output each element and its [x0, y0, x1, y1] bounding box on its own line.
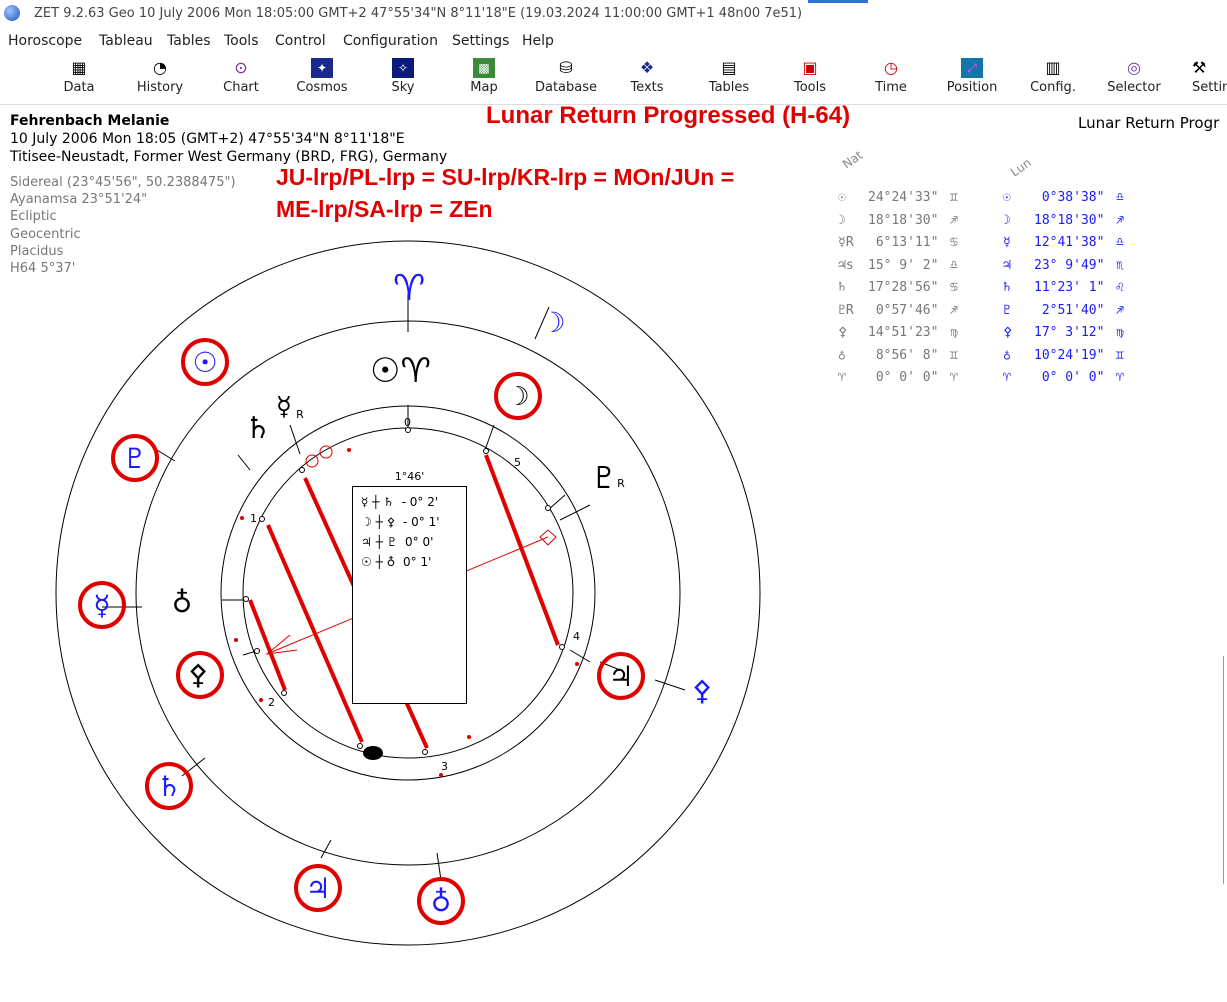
- red-marker: [439, 773, 443, 777]
- cusp-dot: [243, 596, 249, 602]
- cusp-dot: [483, 448, 489, 454]
- cusp-dot: [422, 749, 428, 755]
- midpoint-line: [248, 599, 287, 691]
- midpoint-line: [484, 454, 560, 646]
- ring-tick: [320, 839, 332, 859]
- red-marker: [575, 662, 579, 666]
- red-marker: [467, 735, 471, 739]
- planet-tick: [289, 424, 301, 455]
- house-number: 1: [250, 512, 257, 525]
- outer-jupiter-glyph: ♃: [305, 872, 330, 905]
- cusp-dot: [281, 690, 287, 696]
- cusp-dot: [254, 648, 260, 654]
- outer-saturn-glyph: ♄: [156, 770, 181, 803]
- outer-moon-glyph: ☽: [540, 306, 565, 339]
- chart-wheel: 012345♈☉♈☽☉♇☿♄♃ ♁⚴♄☿ R☽♇ R♁⚴ ♃: [55, 240, 761, 946]
- inner-earth-glyph: ♁: [172, 586, 193, 619]
- planet-tick: [484, 424, 495, 451]
- house-number: 0: [404, 416, 411, 429]
- outer-pluto-glyph: ♇: [122, 442, 147, 475]
- black-marker: [363, 746, 383, 760]
- cusp-dot: [545, 505, 551, 511]
- house-number: 4: [573, 630, 580, 643]
- ring-tick: [436, 852, 442, 881]
- inner-pluto-glyph: ♇: [591, 461, 618, 496]
- aspect-box: 1°46' ☿ ┼ ♄ - 0° 2' ☽ ┼ ⚴ - 0° 1' ♃ ┼ ♇ 0°…: [352, 470, 467, 704]
- inner-moon-glyph: ☽: [506, 382, 529, 412]
- house-number: 3: [441, 760, 448, 773]
- outer-kronos-glyph: ⚴: [692, 674, 713, 707]
- outer-earth-glyph: ♁: [431, 885, 452, 918]
- aspect-box-title: 1°46': [394, 470, 425, 483]
- house-number: 5: [514, 456, 521, 469]
- cusp-dot: [259, 516, 265, 522]
- cusp-dot: [299, 467, 305, 473]
- cusp-dot: [357, 743, 363, 749]
- inner-jupiter-glyph: ♃: [608, 660, 633, 693]
- inner-pluto-retro: R: [617, 477, 625, 490]
- ring-tick: [559, 504, 591, 521]
- red-marker: [234, 638, 238, 642]
- planet-tick: [237, 454, 251, 471]
- top-aries-glyph: ♈: [393, 268, 425, 309]
- inner-saturn-glyph: ♄: [245, 411, 272, 446]
- aspect-row: ☿ ┼ ♄ - 0° 2': [361, 495, 439, 509]
- inner-mercury-glyph: ☿: [276, 392, 292, 422]
- house-number: 2: [268, 696, 275, 709]
- aspect-row: ☉ ┼ ♁ 0° 1': [361, 555, 432, 569]
- aspect-row: ♃ ┼ ♇ 0° 0': [361, 535, 434, 549]
- cusp-dot: [559, 644, 565, 650]
- planet-tick: [569, 649, 591, 663]
- aspect-row: ☽ ┼ ⚴ - 0° 1': [361, 515, 440, 529]
- sun-aries-glyph: ☉♈: [370, 351, 431, 391]
- red-marker: [305, 454, 319, 468]
- outer-mercury-glyph: ☿: [93, 589, 110, 622]
- red-marker: [347, 448, 351, 452]
- inner-kronos-glyph: ⚴: [188, 658, 209, 691]
- red-marker: [259, 698, 263, 702]
- scrollbar-edge[interactable]: [1223, 656, 1227, 884]
- inner-mercury-retro: R: [296, 408, 304, 421]
- ring-tick: [654, 679, 686, 691]
- red-marker: [240, 516, 244, 520]
- outer-sun-glyph: ☉: [192, 346, 217, 379]
